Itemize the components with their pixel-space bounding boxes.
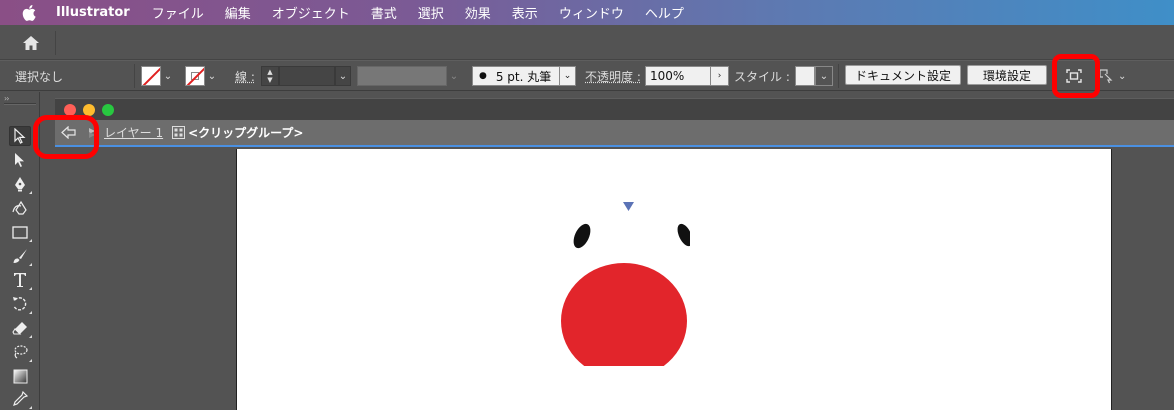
graphic-style-control[interactable]: ⌄ [795, 65, 833, 87]
chevron-down-icon[interactable]: ⌄ [335, 66, 351, 86]
brush-field[interactable]: ● 5 pt. 丸筆 [472, 66, 560, 86]
menu-type[interactable]: 書式 [371, 3, 397, 22]
style-label: スタイル : [734, 69, 790, 84]
document-setup-button[interactable]: ドキュメント設定 [845, 65, 961, 85]
stroke-weight-control[interactable]: ▲ ▼ ⌄ [261, 65, 351, 87]
style-swatch[interactable] [795, 66, 815, 86]
gradient-tool-icon[interactable] [9, 366, 31, 386]
clip-bottom [557, 366, 697, 410]
control-bar: 選択なし ⌄ ⌄ 線 : ▲ ▼ ⌄ ⌄ ● 5 pt. 丸筆 ⌄ 不透明度 : … [0, 60, 1174, 91]
menu-object[interactable]: オブジェクト [272, 3, 350, 22]
direct-selection-tool-icon[interactable] [9, 150, 31, 170]
menu-effect[interactable]: 効果 [465, 3, 491, 22]
chevron-down-icon[interactable]: ⌄ [815, 66, 833, 86]
chevron-down-icon[interactable]: ⌄ [161, 66, 175, 86]
menu-select[interactable]: 選択 [418, 3, 444, 22]
breadcrumb-group[interactable]: <クリップグループ> [188, 124, 303, 141]
type-tool-icon[interactable] [9, 270, 32, 290]
variable-width-profile[interactable]: ⌄ [357, 65, 461, 87]
chevron-right-icon[interactable]: › [711, 66, 729, 86]
chevron-down-icon[interactable]: ⌄ [560, 66, 576, 86]
brush-dot-icon: ● [479, 71, 487, 81]
stroke-color-control[interactable]: ⌄ [185, 65, 219, 87]
triangle-shape [623, 202, 634, 211]
canvas[interactable] [55, 149, 1174, 410]
document-title-bar [55, 98, 1174, 120]
menu-bar: Illustrator ファイル 編集 オブジェクト 書式 選択 効果 表示 ウ… [0, 0, 1174, 25]
fill-swatch[interactable] [141, 66, 161, 86]
paintbrush-tool-icon[interactable] [9, 246, 32, 266]
stroke-weight-field[interactable] [279, 66, 335, 86]
isolation-mode-bar: レイヤー 1 <クリップグループ> [55, 120, 1174, 147]
tool-flyout-indicator [29, 311, 32, 314]
tool-flyout-indicator [29, 191, 32, 194]
opacity-label[interactable]: 不透明度 : [585, 65, 641, 87]
menu-app-name[interactable]: Illustrator [56, 5, 130, 20]
selection-tool-icon[interactable] [9, 126, 31, 146]
selection-status: 選択なし [15, 69, 64, 84]
chevron-down-icon[interactable]: ⌄ [1118, 71, 1126, 82]
clip-group [561, 202, 690, 379]
preferences-button[interactable]: 環境設定 [967, 65, 1047, 85]
menu-file[interactable]: ファイル [152, 3, 204, 22]
artboard[interactable] [236, 149, 1112, 410]
stroke-weight-stepper[interactable]: ▲ ▼ [261, 66, 279, 86]
fill-color-control[interactable]: ⌄ [141, 65, 175, 87]
highlight-annotation [33, 115, 99, 159]
opacity-field[interactable]: 100% [645, 66, 711, 86]
brush-value: 5 pt. 丸筆 [495, 69, 552, 84]
menu-edit[interactable]: 編集 [225, 3, 251, 22]
tool-flyout-indicator [29, 239, 32, 242]
rectangle-tool-icon[interactable] [9, 222, 32, 242]
divider [4, 103, 36, 105]
breadcrumb-layer[interactable]: レイヤー 1 [104, 124, 163, 141]
brush-definition[interactable]: ● 5 pt. 丸筆 ⌄ [472, 65, 576, 87]
stroke-swatch[interactable] [185, 66, 205, 86]
artwork[interactable] [237, 149, 1113, 410]
profile-preview[interactable] [357, 66, 447, 86]
panel-collapse-icon[interactable]: ›› [4, 94, 10, 103]
divider [55, 31, 56, 55]
zoom-button[interactable] [102, 104, 114, 116]
menu-view[interactable]: 表示 [512, 3, 538, 22]
stroke-weight-label: 線 : [235, 69, 255, 84]
tool-flyout-indicator [29, 359, 32, 362]
pen-tool-icon[interactable] [9, 174, 32, 194]
menu-help[interactable]: ヘルプ [645, 3, 684, 22]
highlight-annotation [1052, 54, 1100, 98]
document-window: レイヤー 1 <クリップグループ> [55, 92, 1174, 410]
tool-flyout-indicator [29, 263, 32, 266]
chevron-down-icon[interactable]: ⌄ [205, 66, 219, 86]
opacity-control[interactable]: 100% › [645, 65, 729, 87]
right-eye [677, 223, 690, 247]
arrange-icon[interactable]: ⌄ [1098, 65, 1130, 87]
tool-flyout-indicator [29, 406, 32, 409]
divider [134, 64, 135, 88]
tool-flyout-indicator [29, 335, 32, 338]
home-icon[interactable] [19, 33, 43, 53]
apple-icon[interactable] [21, 4, 37, 21]
red-apple [561, 263, 687, 379]
tool-flyout-indicator [29, 287, 32, 290]
eyedropper-tool-icon[interactable] [9, 389, 32, 409]
rotate-tool-icon[interactable] [9, 294, 32, 314]
lasso-tool-icon[interactable] [9, 342, 32, 362]
menu-window[interactable]: ウィンドウ [559, 3, 624, 22]
left-eye [573, 223, 591, 249]
divider [838, 64, 839, 88]
eraser-tool-icon[interactable] [9, 318, 32, 338]
application-bar [0, 25, 1174, 60]
group-icon [172, 126, 186, 139]
curvature-tool-icon[interactable] [9, 198, 31, 218]
chevron-down-icon[interactable]: ⌄ [447, 66, 461, 86]
